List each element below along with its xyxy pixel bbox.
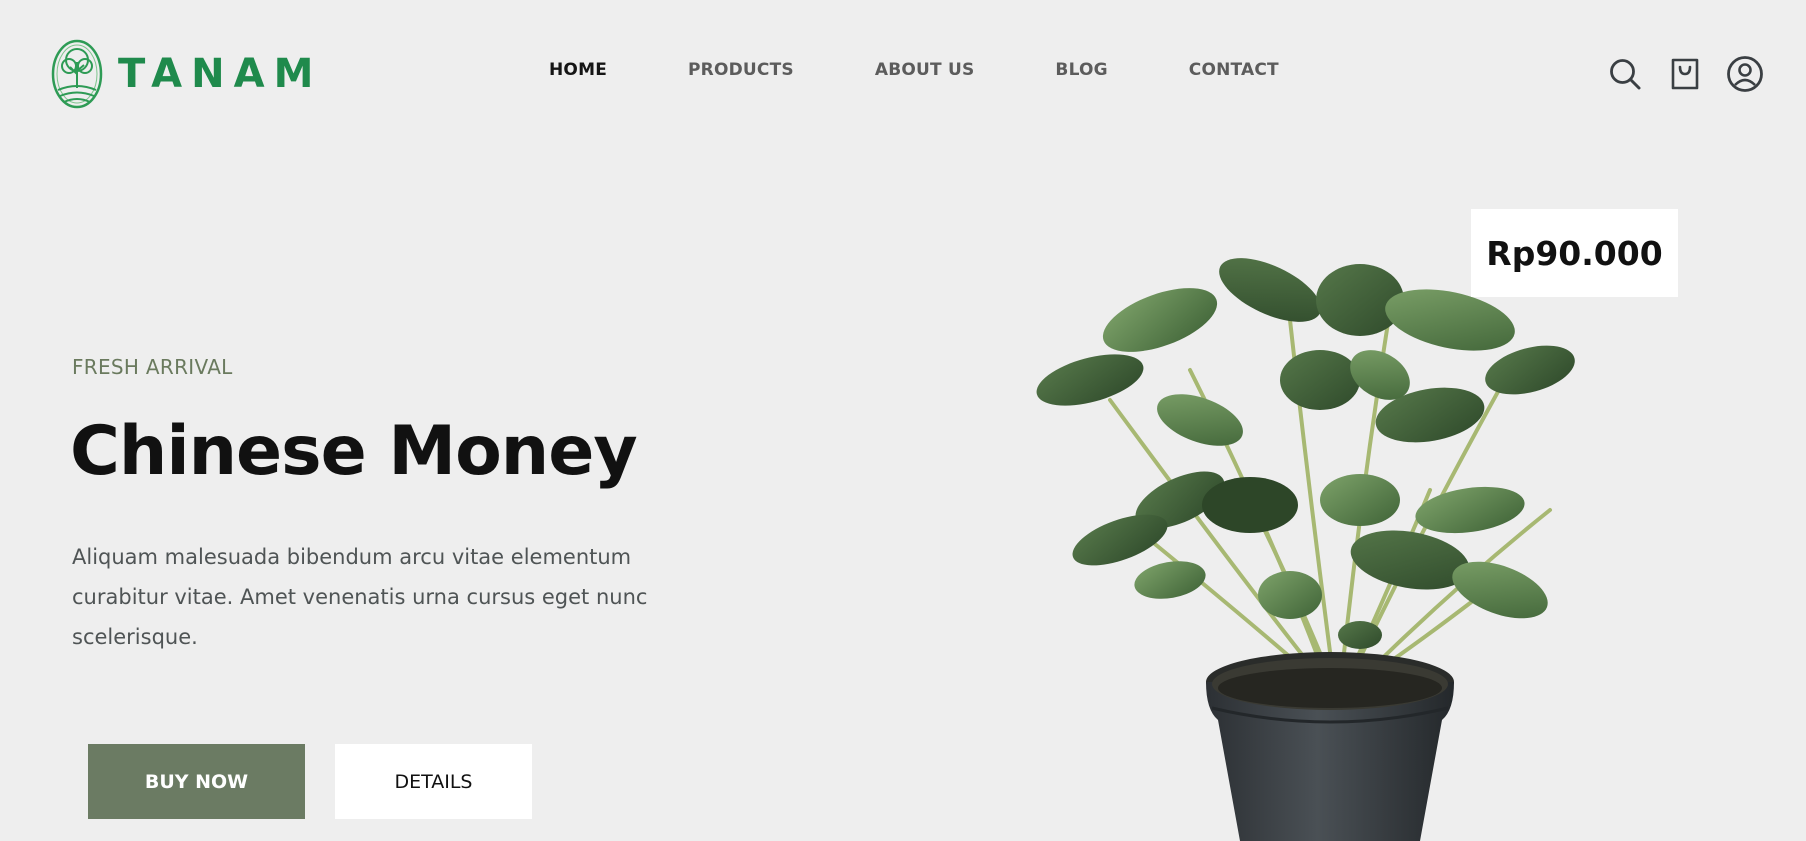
price-tag: Rp90.000 [1471, 209, 1678, 297]
site-header: TANAM HOME PRODUCTS ABOUT US BLOG CONTAC… [0, 0, 1806, 146]
nav-item-about-us[interactable]: ABOUT US [875, 60, 975, 80]
nav-item-blog[interactable]: BLOG [1055, 60, 1107, 80]
nav-item-home[interactable]: HOME [549, 60, 607, 80]
hero-description: Aliquam malesuada bibendum arcu vitae el… [72, 545, 648, 649]
header-actions [1606, 55, 1764, 93]
hero-eyebrow: FRESH ARRIVAL [72, 355, 233, 379]
nav-item-contact[interactable]: CONTACT [1189, 60, 1279, 80]
buy-now-button[interactable]: BUY NOW [88, 744, 305, 819]
cart-button[interactable] [1666, 55, 1704, 93]
search-button[interactable] [1606, 55, 1644, 93]
tree-logo-icon [51, 39, 103, 109]
account-button[interactable] [1726, 55, 1764, 93]
shopping-bag-icon [1671, 58, 1699, 90]
brand-name: TANAM [118, 51, 323, 97]
details-button[interactable]: DETAILS [335, 744, 532, 819]
main-nav: HOME PRODUCTS ABOUT US BLOG CONTACT [549, 60, 1279, 80]
user-account-icon [1727, 56, 1763, 92]
search-icon [1610, 59, 1641, 90]
brand-logo[interactable]: TANAM [50, 38, 322, 110]
potted-plant-image [1036, 258, 1575, 841]
nav-item-products[interactable]: PRODUCTS [688, 60, 794, 80]
hero-title: Chinese Money [70, 412, 638, 491]
